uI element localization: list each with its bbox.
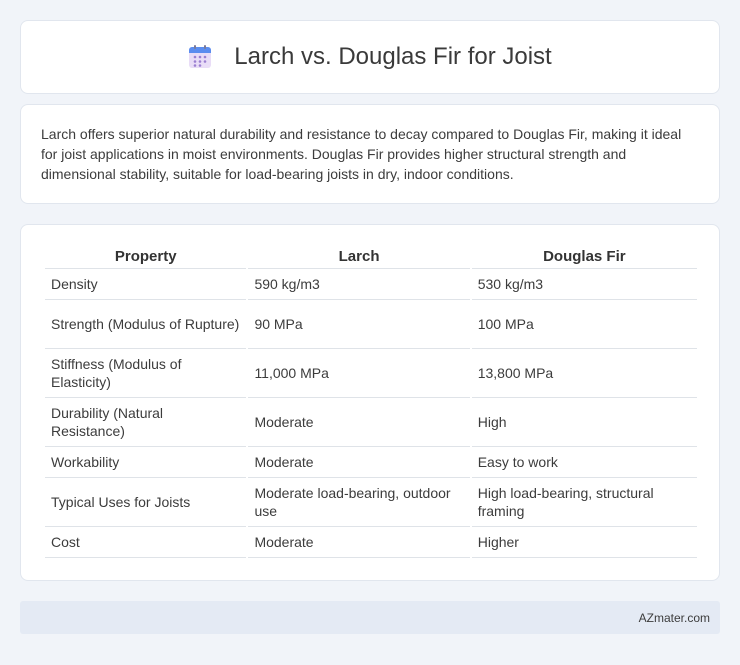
- cell-property: Cost: [45, 527, 247, 558]
- header-card: Larch vs. Douglas Fir for Joist: [20, 20, 720, 94]
- footer-brand: AZmater.com: [638, 610, 710, 625]
- cell-larch: Moderate: [248, 447, 470, 478]
- comparison-table: Property Larch Douglas Fir Density 590 k…: [43, 243, 699, 558]
- cell-douglas-fir: High load-bearing, structural framing: [471, 478, 697, 527]
- table-row: Cost Moderate Higher: [45, 527, 697, 558]
- cell-larch: 590 kg/m3: [248, 269, 470, 300]
- cell-property: Stiffness (Modulus of Elasticity): [45, 349, 247, 398]
- table-header-row: Property Larch Douglas Fir: [45, 243, 697, 269]
- cell-property: Density: [45, 269, 247, 300]
- table-row: Stiffness (Modulus of Elasticity) 11,000…: [45, 349, 697, 398]
- cell-property: Workability: [45, 447, 247, 478]
- header-douglas-fir: Douglas Fir: [471, 243, 697, 269]
- cell-douglas-fir: Higher: [471, 527, 697, 558]
- cell-larch: Moderate: [248, 398, 470, 447]
- table-row: Workability Moderate Easy to work: [45, 447, 697, 478]
- header-larch: Larch: [248, 243, 470, 269]
- calendar-icon: [188, 45, 212, 69]
- table-row: Durability (Natural Resistance) Moderate…: [45, 398, 697, 447]
- table-row: Strength (Modulus of Rupture) 90 MPa 100…: [45, 300, 697, 349]
- footer: AZmater.com: [20, 601, 720, 634]
- cell-property: Typical Uses for Joists: [45, 478, 247, 527]
- cell-douglas-fir: 530 kg/m3: [471, 269, 697, 300]
- cell-larch: 90 MPa: [248, 300, 470, 349]
- table-row: Typical Uses for Joists Moderate load-be…: [45, 478, 697, 527]
- intro-card: Larch offers superior natural durability…: [20, 104, 720, 204]
- cell-douglas-fir: Easy to work: [471, 447, 697, 478]
- comparison-table-card: Property Larch Douglas Fir Density 590 k…: [20, 224, 720, 581]
- cell-property: Strength (Modulus of Rupture): [45, 300, 247, 349]
- cell-douglas-fir: 13,800 MPa: [471, 349, 697, 398]
- cell-douglas-fir: 100 MPa: [471, 300, 697, 349]
- cell-larch: 11,000 MPa: [248, 349, 470, 398]
- cell-douglas-fir: High: [471, 398, 697, 447]
- table-row: Density 590 kg/m3 530 kg/m3: [45, 269, 697, 300]
- cell-larch: Moderate: [248, 527, 470, 558]
- intro-text: Larch offers superior natural durability…: [41, 126, 682, 182]
- header-property: Property: [45, 243, 247, 269]
- cell-property: Durability (Natural Resistance): [45, 398, 247, 447]
- page-title: Larch vs. Douglas Fir for Joist: [234, 43, 552, 70]
- cell-larch: Moderate load-bearing, outdoor use: [248, 478, 470, 527]
